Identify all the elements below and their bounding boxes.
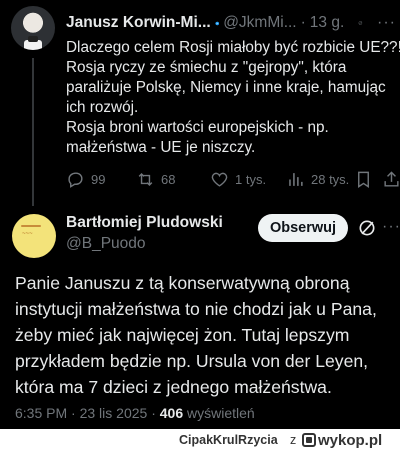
tweet-text-line: żeby mieć jak najwięcej żon. Tutaj lepsz… xyxy=(15,325,350,345)
author-handle[interactable]: @B_Puodo xyxy=(66,235,146,253)
main-tweet-text: Panie Januszu z tą konserwatywną obroną … xyxy=(15,270,400,400)
repost-button[interactable]: 68 xyxy=(136,170,175,189)
author-name[interactable]: Bartłomiej Pludowski xyxy=(66,214,223,232)
avatar-logo: ~~~ xyxy=(22,231,33,237)
share-icon xyxy=(384,171,399,187)
avatar-logo-mark xyxy=(21,225,41,227)
views-icon xyxy=(289,173,303,186)
views-count: 406 xyxy=(159,405,184,421)
heart-icon xyxy=(211,172,228,187)
views-count: 28 tys. xyxy=(311,172,350,187)
bookmark-button[interactable] xyxy=(354,170,373,189)
tweet-text-line: małżeństwa - UE je niszczy. xyxy=(66,139,256,156)
watermark-username: CipakKrulRzycia xyxy=(179,433,278,447)
avatar-bowtie xyxy=(28,36,38,42)
reply-tweet-text: Dlaczego celem Rosji miałoby być rozbici… xyxy=(66,38,400,158)
watermark-z: z xyxy=(290,433,297,447)
separator-dot: · xyxy=(300,14,306,31)
repost-count: 68 xyxy=(161,172,176,187)
more-options-icon[interactable]: ··· xyxy=(377,14,396,32)
separator-dot: · xyxy=(151,405,156,421)
wykop-logo-icon xyxy=(302,433,316,447)
author-handle[interactable]: @JkmMi... xyxy=(223,14,296,32)
reply-button[interactable]: 99 xyxy=(66,170,105,189)
tweet-time[interactable]: 13 g. xyxy=(310,14,344,32)
comment-icon xyxy=(68,172,83,188)
tweet-text-line: instytucji małżeństwa to nie chodzi jak … xyxy=(15,299,377,319)
repost-icon xyxy=(138,172,153,187)
like-button[interactable]: 1 tys. xyxy=(210,170,266,189)
views-button[interactable]: 28 tys. xyxy=(286,170,349,189)
tweet-text-line: paraliżuje Polskę, Niemcy i inne kraje, … xyxy=(66,79,386,96)
tweet-text-line: która ma 7 dzieci z jednego małżeństwa. xyxy=(15,377,332,397)
reply-tweet-header: Janusz Korwin-Mi... @JkmMi... · 13 g. ··… xyxy=(66,12,396,34)
tweet-text-line: Panie Januszu z tą konserwatywną obroną xyxy=(15,273,350,293)
author-name[interactable]: Janusz Korwin-Mi... xyxy=(66,14,211,32)
avatar[interactable] xyxy=(11,6,55,50)
tweet-text-line: Dlaczego celem Rosji miałoby być rozbici… xyxy=(66,39,400,56)
tweet-text-line: Rosja broni wartości europejskich - np. xyxy=(66,119,329,136)
views-label: wyświetleń xyxy=(187,405,255,421)
like-count: 1 tys. xyxy=(235,172,267,187)
tweet-text-line: przykładem będzie np. Ursula von der Ley… xyxy=(15,351,369,371)
watermark-bar: CipakKrulRzycia z wykop.pl xyxy=(0,429,400,451)
tweet-actions: 99 68 1 tys. 28 tys. xyxy=(66,170,400,192)
share-button[interactable] xyxy=(382,170,400,189)
tweet-date[interactable]: 23 lis 2025 xyxy=(80,405,148,421)
wykop-site-name: wykop.pl xyxy=(318,431,383,449)
tweet-text-line: Rosja ryczy ze śmiechu z "gejropy", któr… xyxy=(66,59,347,76)
reply-count: 99 xyxy=(91,172,106,187)
tweet-text-line: ich rozwój. xyxy=(66,99,139,116)
avatar[interactable]: ~~~ xyxy=(12,214,56,258)
grok-icon[interactable] xyxy=(358,14,363,32)
tweet-meta: 6:35 PM · 23 lis 2025 · 406 wyświetleń xyxy=(15,405,255,421)
follow-button[interactable]: Obserwuj xyxy=(258,214,348,242)
tweet-time[interactable]: 6:35 PM xyxy=(15,405,67,421)
reply-tweet: Janusz Korwin-Mi... @JkmMi... · 13 g. ··… xyxy=(0,0,400,206)
thread-line xyxy=(32,58,34,206)
bookmark-icon xyxy=(358,171,369,188)
separator-dot: · xyxy=(71,405,76,421)
wykop-logo: wykop.pl xyxy=(302,431,382,449)
verified-badge-icon xyxy=(215,21,219,25)
more-options-icon[interactable]: ··· xyxy=(382,218,400,236)
grok-icon[interactable] xyxy=(357,218,377,238)
